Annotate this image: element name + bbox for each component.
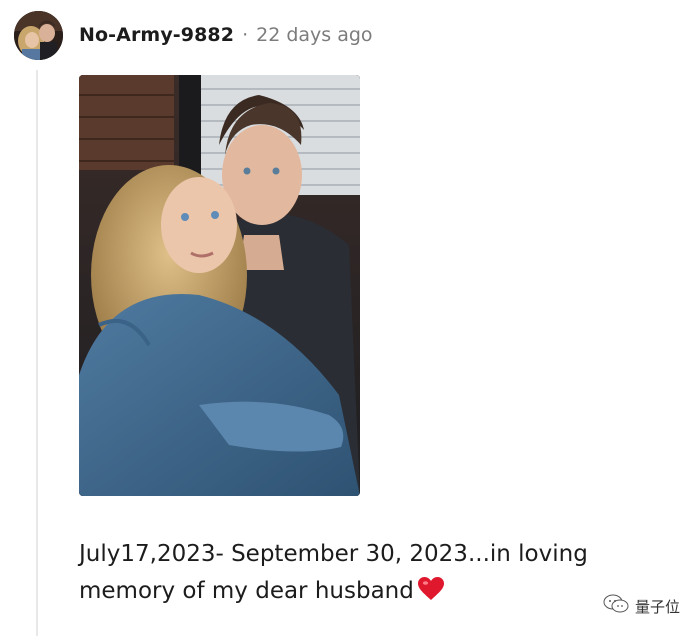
comment-text: July17,2023- September 30, 2023...in lov… (79, 541, 588, 604)
watermark-text: 量子位 (634, 597, 680, 616)
comment-timestamp[interactable]: 22 days ago (256, 24, 372, 46)
comment-image[interactable] (79, 75, 360, 496)
heart-emoji-icon (417, 576, 444, 613)
comment-body: July17,2023- September 30, 2023...in lov… (79, 536, 689, 613)
username-link[interactable]: No-Army-9882 (79, 24, 234, 46)
user-avatar[interactable] (14, 11, 63, 60)
meta-separator: · (242, 24, 249, 46)
thread-collapse-line[interactable] (36, 70, 38, 636)
wechat-icon (603, 594, 629, 618)
comment-header: No-Army-9882 · 22 days ago (79, 22, 373, 48)
comment-page: No-Army-9882 · 22 days ago July17,2023- … (0, 0, 700, 636)
watermark: 量子位 (603, 594, 680, 618)
